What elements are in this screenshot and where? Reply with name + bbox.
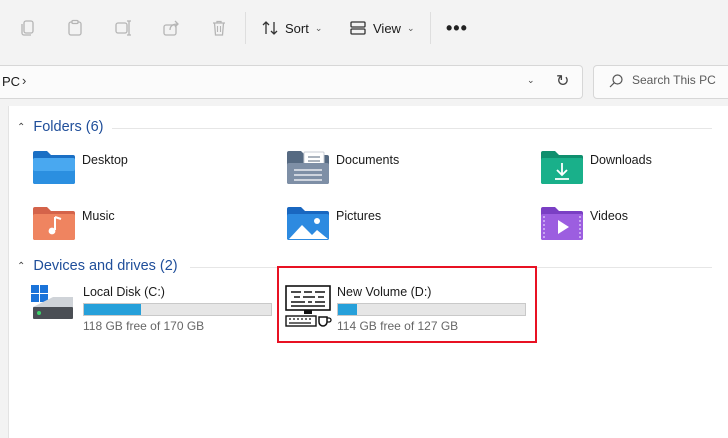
navigation-pane-edge [0, 106, 9, 438]
documents-folder-icon [287, 151, 329, 184]
folders-group-header[interactable]: ⌃ Folders (6) [17, 119, 104, 135]
view-label: View [373, 20, 401, 36]
more-options-button[interactable]: ••• [446, 18, 468, 39]
downloads-folder-icon [541, 151, 583, 184]
folder-label: Desktop [82, 153, 128, 167]
collapse-chevron-icon[interactable]: ⌃ [17, 261, 25, 272]
folder-item-music[interactable]: Music [32, 205, 115, 241]
delete-icon[interactable] [205, 14, 233, 42]
view-icon [350, 21, 366, 35]
view-button[interactable]: View ⌄ [349, 14, 415, 42]
search-input[interactable] [632, 73, 727, 87]
breadcrumb-chevron-icon[interactable]: › [22, 73, 26, 88]
folder-item-documents[interactable]: Documents [286, 149, 399, 185]
share-icon[interactable] [157, 14, 185, 42]
drive-usage-fill [84, 304, 142, 315]
paste-icon[interactable] [61, 14, 89, 42]
pictures-folder-icon [287, 207, 329, 240]
folder-item-videos[interactable]: Videos [540, 205, 628, 241]
folder-label: Music [82, 209, 115, 223]
group-divider [112, 128, 712, 129]
copy-icon[interactable] [14, 14, 42, 42]
sort-icon [262, 21, 278, 35]
toolbar-divider [245, 12, 246, 44]
sort-label: Sort [285, 20, 309, 36]
folder-item-desktop[interactable]: Desktop [32, 149, 128, 185]
address-dropdown-icon[interactable]: ⌄ [527, 75, 535, 86]
command-bar: Sort ⌄ View ⌄ ••• [0, 0, 728, 57]
search-box[interactable] [593, 65, 728, 99]
drive-item-c[interactable]: Local Disk (C:) 118 GB free of 170 GB [31, 285, 281, 335]
refresh-icon[interactable]: ↻ [556, 71, 569, 91]
address-bar[interactable]: PC › ⌄ ↻ [0, 65, 583, 99]
music-folder-icon [33, 207, 75, 240]
drive-usage-bar [83, 303, 272, 316]
drive-free-space: 118 GB free of 170 GB [83, 319, 205, 333]
folder-label: Downloads [590, 153, 652, 167]
windows-drive-icon [31, 285, 73, 319]
sort-button[interactable]: Sort ⌄ [261, 14, 322, 42]
folders-group-title: Folders (6) [33, 119, 104, 135]
breadcrumb[interactable]: PC [2, 74, 20, 89]
devices-group-header[interactable]: ⌃ Devices and drives (2) [17, 258, 178, 274]
videos-folder-icon [541, 207, 583, 240]
rename-icon[interactable] [109, 14, 137, 42]
drive-label: Local Disk (C:) [83, 285, 165, 299]
toolbar-divider [430, 12, 431, 44]
search-icon [609, 74, 623, 88]
navigation-row: PC › ⌄ ↻ [0, 56, 728, 106]
folder-label: Documents [336, 153, 400, 167]
desktop-folder-icon [33, 151, 75, 184]
highlight-box [277, 266, 537, 343]
folder-label: Pictures [336, 209, 382, 223]
chevron-down-icon: ⌄ [314, 22, 323, 33]
folder-label: Videos [590, 209, 628, 223]
folder-item-pictures[interactable]: Pictures [286, 205, 381, 241]
collapse-chevron-icon[interactable]: ⌃ [17, 122, 25, 133]
chevron-down-icon: ⌄ [406, 22, 415, 33]
folder-item-downloads[interactable]: Downloads [540, 149, 652, 185]
devices-group-title: Devices and drives (2) [33, 258, 178, 274]
